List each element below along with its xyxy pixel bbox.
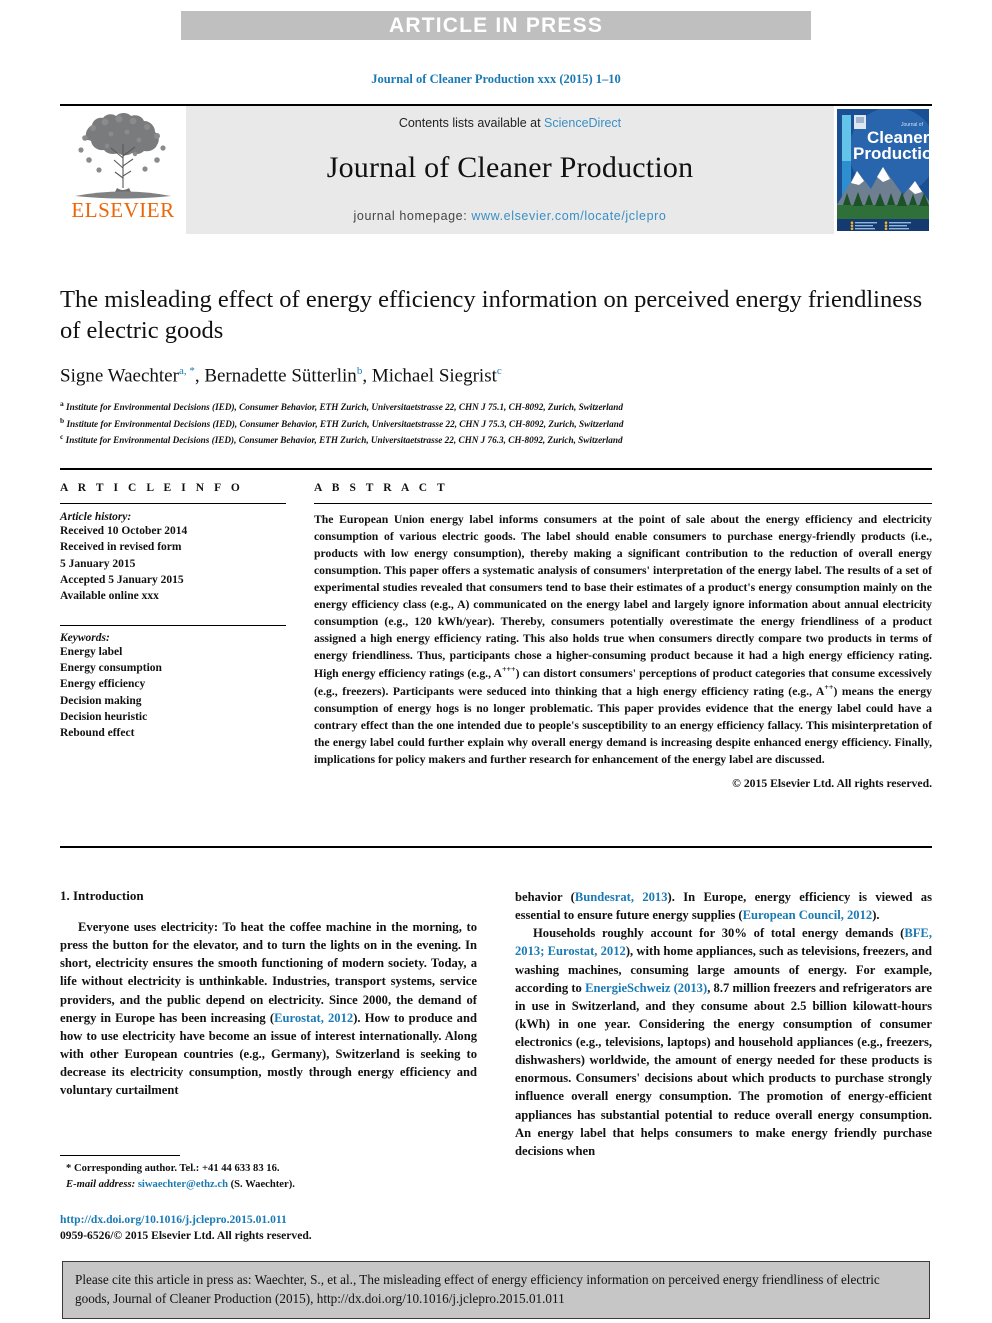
title-block: The misleading effect of energy efficien… (60, 285, 930, 448)
corresponding-author-line: * Corresponding author. Tel.: +41 44 633… (66, 1163, 280, 1174)
affiliation-list: a Institute for Environmental Decisions … (60, 398, 930, 448)
keyword-item: Energy consumption (60, 661, 162, 674)
doi-link[interactable]: http://dx.doi.org/10.1016/j.jclepro.2015… (60, 1212, 477, 1228)
abstract-column: A B S T R A C T The European Union energ… (312, 482, 932, 790)
affiliation-mark: c (60, 432, 64, 442)
keywords-rule (60, 624, 286, 626)
keyword-item: Decision making (60, 694, 142, 707)
journal-cover-image: Journal of Cleaner Production (837, 109, 929, 231)
elsevier-logo: ELSEVIER (60, 106, 186, 234)
homepage-prefix: journal homepage: (353, 209, 472, 223)
affiliation-item: c Institute for Environmental Decisions … (60, 431, 930, 448)
keyword-item: Energy efficiency (60, 678, 146, 691)
cite-this-article-box: Please cite this article in press as: Wa… (62, 1261, 930, 1320)
author-sep: , (362, 365, 372, 387)
email-label: E-mail address: (66, 1178, 136, 1190)
article-history-line: Received in revised form (60, 541, 182, 554)
article-history-line: 5 January 2015 (60, 557, 136, 570)
keyword-item: Decision heuristic (60, 710, 148, 723)
elsevier-wordmark: ELSEVIER (71, 198, 175, 222)
journal-cover-thumbnail: Journal of Cleaner Production (834, 106, 932, 234)
keyword-item: Energy label (60, 645, 123, 658)
author-marks: a, * (178, 364, 195, 377)
page-title: The misleading effect of energy efficien… (60, 286, 923, 344)
doi-block: http://dx.doi.org/10.1016/j.jclepro.2015… (60, 1212, 477, 1244)
journal-homepage-line: journal homepage: www.elsevier.com/locat… (354, 209, 667, 223)
article-history-line: Accepted 5 January 2015 (60, 573, 184, 586)
article-history-label: Article history: (60, 511, 132, 523)
affiliation-mark: b (60, 415, 65, 425)
section-heading-introduction: 1. Introduction (60, 888, 144, 903)
journal-running-head: Journal of Cleaner Production xxx (2015)… (371, 72, 621, 86)
footnote-rule (60, 1155, 180, 1156)
body-column-left: 1. Introduction Everyone uses electricit… (60, 888, 477, 1160)
author-name: Bernadette Sütterlin (204, 365, 357, 387)
affiliation-text: Institute for Environmental Decisions (I… (66, 402, 623, 413)
email-suffix: (S. Waechter). (230, 1178, 295, 1190)
abstract-heading: A B S T R A C T (314, 482, 449, 494)
sciencedirect-link[interactable]: ScienceDirect (544, 116, 621, 130)
affiliation-text: Institute for Environmental Decisions (I… (66, 418, 624, 429)
article-in-press-banner: ARTICLE IN PRESS (181, 11, 811, 40)
author-name: Signe Waechter (60, 365, 179, 387)
journal-homepage-link[interactable]: www.elsevier.com/locate/jclepro (471, 209, 666, 223)
body-column-right: behavior (Bundesrat, 2013). In Europe, e… (515, 888, 932, 1160)
issn-copyright-line: 0959-6526/© 2015 Elsevier Ltd. All right… (60, 1229, 312, 1243)
affiliation-item: b Institute for Environmental Decisions … (60, 415, 930, 432)
affiliation-text: Institute for Environmental Decisions (I… (65, 435, 623, 446)
article-history-line: Received 10 October 2014 (60, 525, 188, 537)
affiliation-mark: a (60, 399, 64, 409)
article-in-press-label: ARTICLE IN PRESS (388, 13, 604, 37)
elsevier-tree-icon (75, 113, 171, 199)
abstract-text: The European Union energy label informs … (314, 513, 932, 766)
author-marks: c (496, 364, 502, 377)
affiliation-item: a Institute for Environmental Decisions … (60, 398, 930, 415)
svg-text:Production: Production (853, 144, 929, 163)
body-columns: 1. Introduction Everyone uses electricit… (60, 888, 932, 1160)
author-name: Michael Siegrist (371, 365, 497, 387)
article-history-line: Available online xxx (60, 590, 159, 603)
abstract-rule (314, 503, 932, 504)
keywords-label: Keywords: (60, 631, 110, 644)
contents-prefix: Contents lists available at (398, 116, 545, 130)
keyword-item: Rebound effect (60, 727, 135, 740)
email-link[interactable]: siwaechter@ethz.ch (138, 1179, 228, 1190)
body-paragraph: behavior (Bundesrat, 2013). In Europe, e… (515, 890, 932, 923)
body-paragraph: Everyone uses electricity: To heat the c… (60, 920, 477, 1098)
keywords-block: Keywords: Energy label Energy consumptio… (60, 624, 286, 742)
journal-masthead: ELSEVIER Contents lists available at Sci… (60, 104, 932, 234)
journal-title: Journal of Cleaner Production (326, 151, 694, 184)
body-paragraph: Households roughly account for 30% of to… (515, 926, 932, 1158)
author-sep: , (194, 365, 205, 387)
article-info-rule (60, 503, 286, 504)
body-separator-rule (60, 846, 932, 848)
masthead-center-panel: Contents lists available at ScienceDirec… (186, 106, 834, 234)
article-info-column: A R T I C L E I N F O Article history: R… (60, 482, 312, 790)
info-abstract-region: A R T I C L E I N F O Article history: R… (60, 468, 932, 790)
contents-lists-line: Contents lists available at ScienceDirec… (399, 116, 621, 130)
corresponding-author-footnote: * Corresponding author. Tel.: +41 44 633… (60, 1155, 477, 1193)
author-list: Signe Waechtera, *, Bernadette Sütterlin… (60, 365, 930, 387)
cite-this-article-text: Please cite this article in press as: Wa… (75, 1272, 880, 1306)
email-line: E-mail address: siwaechter@ethz.ch (S. W… (60, 1177, 477, 1193)
article-info-heading: A R T I C L E I N F O (60, 482, 244, 494)
abstract-copyright: © 2015 Elsevier Ltd. All rights reserved… (732, 777, 932, 791)
